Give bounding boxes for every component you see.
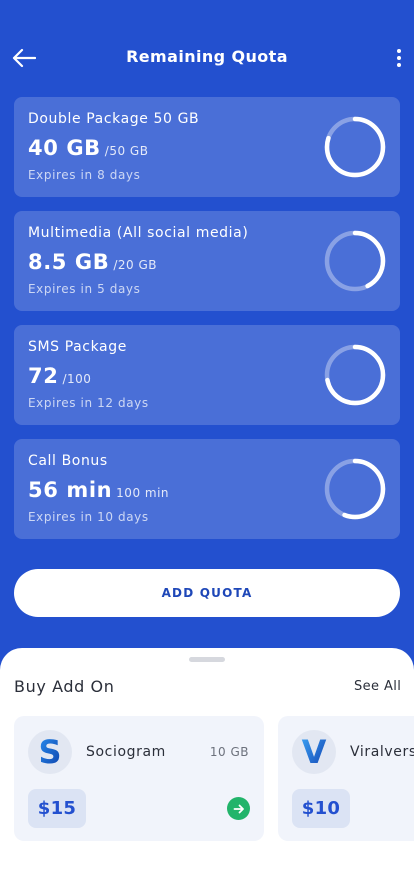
addon-name: Viralverse [350,744,414,760]
quota-progress-ring [324,458,386,520]
buy-add-on-sheet: Buy Add On See All S Sociogram 10 GB $15 [0,648,414,896]
quota-remaining: 72 [28,364,59,388]
quota-remaining: 56 min [28,478,113,502]
quota-total: 100 min [116,486,170,500]
addon-name: Sociogram [86,744,166,760]
quota-value: 72/100 [28,364,91,388]
add-quota-button[interactable]: ADD QUOTA [14,569,400,617]
quota-card-double-package[interactable]: Double Package 50 GB 40 GB/50 GB Expires… [14,97,400,197]
quota-total: /20 GB [113,258,158,272]
page-title: Remaining Quota [126,47,288,66]
quota-progress-ring [324,116,386,178]
add-quota-label: ADD QUOTA [161,586,253,600]
sociogram-s-glyph: S [38,735,61,769]
more-vertical-icon-dot [397,49,401,53]
quota-value: 40 GB/50 GB [28,136,148,160]
more-options-button[interactable] [388,44,410,72]
quota-progress-ring [324,344,386,406]
quota-total: /50 GB [104,144,149,158]
quota-name: Multimedia (All social media) [28,225,249,241]
section-title: Buy Add On [14,677,115,696]
quota-expiry: Expires in 12 days [28,396,149,410]
see-all-link[interactable]: See All [354,679,401,694]
viralverse-logo-icon: V [292,730,336,774]
quota-card-multimedia[interactable]: Multimedia (All social media) 8.5 GB/20 … [14,211,400,311]
quota-card-sms[interactable]: SMS Package 72/100 Expires in 12 days [14,325,400,425]
logo-letter: S [38,735,61,769]
sociogram-logo-icon: S [28,730,72,774]
quota-progress-ring [324,230,386,292]
buy-addon-button[interactable] [227,797,250,820]
quota-expiry: Expires in 5 days [28,282,141,296]
quota-remaining: 40 GB [28,136,101,160]
quota-name: SMS Package [28,339,127,355]
arrow-right-icon [233,804,244,813]
viralverse-v-glyph: V [302,735,327,769]
quota-card-call-bonus[interactable]: Call Bonus 56 min 100 min Expires in 10 d… [14,439,400,539]
more-vertical-icon-dot [397,63,401,67]
addon-price: $15 [28,789,86,828]
sheet-drag-handle[interactable] [189,657,225,662]
quota-value: 8.5 GB/20 GB [28,250,157,274]
quota-total: /100 [62,372,92,386]
quota-expiry: Expires in 8 days [28,168,141,182]
logo-letter: V [302,735,327,769]
quota-name: Call Bonus [28,453,108,469]
app-screen: Remaining Quota Double Package 50 GB 40 … [0,0,414,896]
more-vertical-icon-dot [397,56,401,60]
quota-name: Double Package 50 GB [28,111,200,127]
addon-size: 10 GB [209,745,249,759]
quota-expiry: Expires in 10 days [28,510,149,524]
quota-value: 56 min 100 min [28,478,169,502]
addon-card-sociogram[interactable]: S Sociogram 10 GB $15 [14,716,264,841]
addon-card-viralverse[interactable]: V Viralverse $10 [278,716,414,841]
addon-price: $10 [292,789,350,828]
quota-remaining: 8.5 GB [28,250,110,274]
